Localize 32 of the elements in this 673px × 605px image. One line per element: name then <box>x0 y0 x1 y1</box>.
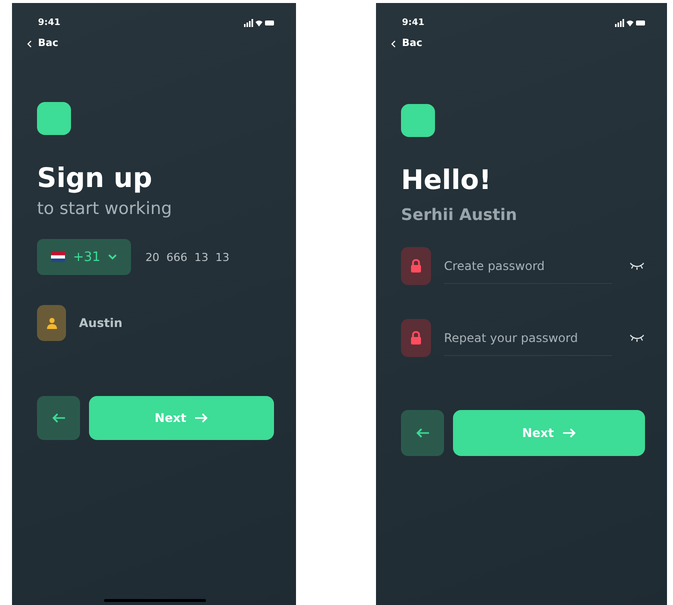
netherlands-flag-icon <box>51 252 65 262</box>
phone-number-field[interactable]: 20 666 13 13 <box>145 250 230 264</box>
arrow-left-icon <box>416 428 430 438</box>
back-button[interactable]: Bac <box>27 38 58 49</box>
status-icons <box>615 19 645 27</box>
country-code-dropdown[interactable]: +31 <box>37 239 132 275</box>
previous-button[interactable] <box>401 410 444 456</box>
logo-square <box>37 102 71 135</box>
screen-subtitle: to start working <box>37 198 173 221</box>
closed-eye-icon[interactable] <box>630 262 644 270</box>
user-icon <box>37 305 66 341</box>
chevron-left-icon <box>391 40 396 48</box>
lock-icon <box>401 319 431 357</box>
status-time: 9:41 <box>402 18 424 28</box>
screen-title: Hello! <box>401 164 492 198</box>
status-time: 9:41 <box>38 18 60 28</box>
logo-square <box>401 104 435 137</box>
screen-title: Sign up <box>37 162 154 196</box>
password-field[interactable]: Repeat your password <box>444 320 612 356</box>
status-icons <box>244 19 274 27</box>
password-field[interactable]: Create password <box>444 248 612 284</box>
back-button[interactable]: Bac <box>391 38 422 49</box>
chevron-left-icon <box>27 40 32 48</box>
closed-eye-icon[interactable] <box>630 334 644 342</box>
lock-icon <box>401 247 431 285</box>
name-field[interactable]: Austin <box>79 316 122 330</box>
arrow-left-icon <box>52 413 66 423</box>
chevron-down-icon <box>108 254 118 260</box>
arrow-right-icon <box>194 413 208 423</box>
previous-button[interactable] <box>37 396 80 440</box>
arrow-right-icon <box>562 428 576 438</box>
screen-subtitle: Serhii Austin <box>401 204 518 226</box>
